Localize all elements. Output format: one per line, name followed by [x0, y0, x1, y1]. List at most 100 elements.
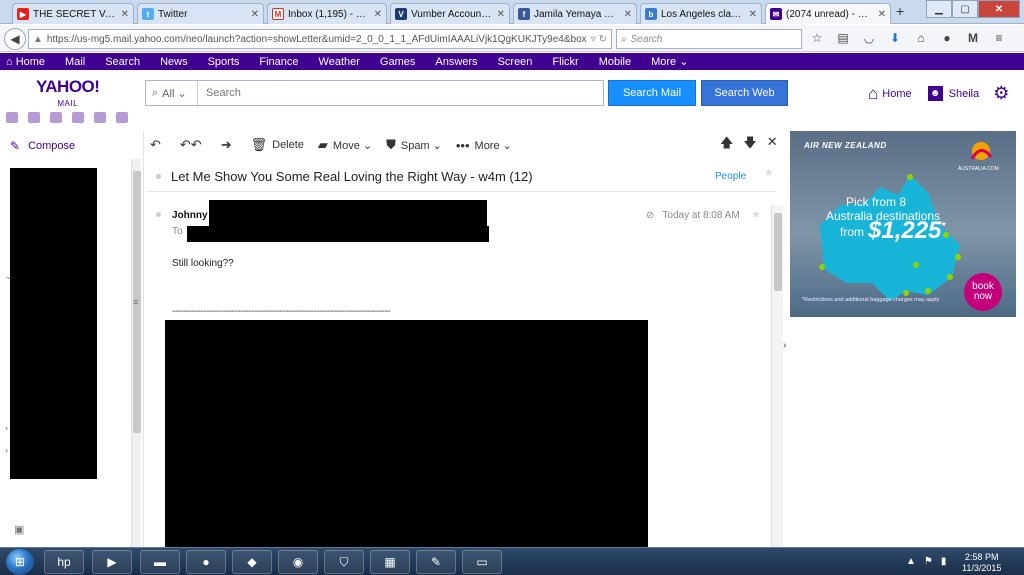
- contacts-app-icon[interactable]: [28, 112, 40, 123]
- sidebar-scrollbar[interactable]: [131, 159, 141, 547]
- chrome-icon[interactable]: ◉: [278, 550, 318, 574]
- yahoo-nav-games[interactable]: Games: [380, 56, 415, 68]
- security-shield-icon[interactable]: ⛉: [324, 550, 364, 574]
- reply-all-button[interactable]: ↶↶: [180, 137, 207, 153]
- hp-app-icon[interactable]: hp: [44, 550, 84, 574]
- window-close-icon[interactable]: ✕: [978, 0, 1020, 18]
- user-name[interactable]: Sheila: [949, 88, 980, 100]
- yahoo-nav-sports[interactable]: Sports: [208, 56, 240, 68]
- photo-icon[interactable]: ▣: [14, 523, 24, 536]
- maximize-icon[interactable]: ▢: [952, 0, 978, 18]
- browser-tab-facebook[interactable]: f Jamila Yemaya Bris... ✕: [513, 3, 637, 24]
- close-icon[interactable]: ✕: [497, 9, 505, 20]
- tray-arrow-icon[interactable]: ▲: [906, 556, 916, 567]
- chevron-right-icon[interactable]: ›: [5, 423, 8, 433]
- yahoo-nav-finance[interactable]: Finance: [259, 56, 298, 68]
- arrow-up-icon[interactable]: 🡅: [720, 134, 733, 156]
- file-explorer-icon[interactable]: ▬: [140, 550, 180, 574]
- sender-name[interactable]: Johnny: [172, 210, 208, 221]
- close-icon[interactable]: ✕: [121, 9, 129, 20]
- yahoo-nav-weather[interactable]: Weather: [319, 56, 360, 68]
- download-arrow-icon[interactable]: ⬇: [888, 31, 902, 45]
- user-icon[interactable]: ☻: [927, 86, 943, 101]
- scrollbar-thumb[interactable]: [774, 213, 782, 291]
- people-link[interactable]: People: [715, 171, 746, 182]
- calendar-app-icon[interactable]: [50, 112, 62, 123]
- move-button[interactable]: ▰ Move ⌄: [318, 137, 372, 153]
- new-tab-plus-icon[interactable]: +: [896, 3, 904, 19]
- browser-tab-vumber[interactable]: V Vumber Account P... ✕: [390, 3, 510, 24]
- network-icon[interactable]: ▮: [941, 556, 947, 567]
- flag-icon[interactable]: ⚑: [924, 556, 933, 567]
- m-extension-icon[interactable]: M: [966, 31, 980, 45]
- read-dot-icon[interactable]: [156, 212, 161, 217]
- star-icon[interactable]: ★: [764, 166, 774, 179]
- address-bar[interactable]: ▲ https://us-mg5.mail.yahoo.com/neo/laun…: [28, 29, 612, 49]
- game-app-icon[interactable]: ◆: [232, 550, 272, 574]
- browser-tab-backpage[interactable]: b Los Angeles classif... ✕: [640, 3, 762, 24]
- yahoo-nav-answers[interactable]: Answers: [435, 56, 477, 68]
- delete-button[interactable]: 🗑 Delete: [251, 137, 304, 153]
- browser-tab-gmail[interactable]: M Inbox (1,195) - sen... ✕: [267, 3, 387, 24]
- browser-search-box[interactable]: ⌕ Search: [616, 29, 802, 49]
- reading-list-icon[interactable]: ▤: [836, 31, 850, 45]
- browser-tab-twitter[interactable]: t Twitter ✕: [137, 3, 264, 24]
- mail-app-icon[interactable]: [6, 112, 18, 123]
- close-icon[interactable]: ✕: [624, 9, 632, 20]
- browser-tab-youtube[interactable]: ▶ THE SECRET VATI... ✕: [12, 3, 134, 24]
- home-icon[interactable]: ⌂: [914, 31, 928, 45]
- chevron-down-icon[interactable]: ⌄: [5, 271, 13, 282]
- forward-button[interactable]: ➜: [221, 137, 237, 153]
- close-icon[interactable]: ✕: [374, 9, 382, 20]
- arrow-down-icon[interactable]: 🡇: [743, 134, 756, 156]
- chat-icon[interactable]: ●: [940, 31, 954, 45]
- close-icon[interactable]: ✕: [251, 9, 259, 20]
- browser-tab-yahoo-mail[interactable]: ✉ (2074 unread) - ma... ✕: [765, 3, 891, 24]
- star-icon[interactable]: ★: [751, 208, 761, 221]
- media-player-icon[interactable]: ▶: [92, 550, 132, 574]
- newsfeed-app-icon[interactable]: [116, 112, 128, 123]
- unread-dot-icon[interactable]: [156, 174, 161, 179]
- message-scrollbar[interactable]: [771, 205, 783, 547]
- notepad-app-icon[interactable]: [72, 112, 84, 123]
- close-icon[interactable]: ✕: [749, 9, 757, 20]
- bookmark-star-icon[interactable]: ☆: [810, 31, 824, 45]
- resize-handle-icon[interactable]: ≡: [133, 297, 138, 307]
- mail-search-input[interactable]: [198, 81, 603, 105]
- gear-icon[interactable]: ⚙: [993, 83, 1009, 104]
- more-button[interactable]: ••• More ⌄: [456, 138, 512, 153]
- chevron-right-icon[interactable]: ›: [5, 445, 8, 455]
- yahoo-nav-mail[interactable]: Mail: [65, 56, 85, 68]
- yahoo-nav-mobile[interactable]: Mobile: [599, 56, 631, 68]
- menu-icon[interactable]: ≡: [992, 31, 1006, 45]
- yahoo-nav-flickr[interactable]: Flickr: [552, 56, 578, 68]
- tools-icon[interactable]: ✎: [416, 550, 456, 574]
- messenger-app-icon[interactable]: [94, 112, 106, 123]
- paint-icon[interactable]: ▦: [370, 550, 410, 574]
- yahoo-nav-home[interactable]: ⌂ Home: [6, 56, 45, 68]
- yahoo-nav-news[interactable]: News: [160, 56, 188, 68]
- yahoo-mail-logo[interactable]: YAHOO! MAIL: [36, 78, 100, 112]
- windows-start-icon[interactable]: ⊞: [6, 549, 34, 575]
- pocket-icon[interactable]: ◡: [862, 31, 876, 45]
- reload-icon[interactable]: ▿ ↻: [591, 34, 607, 45]
- yahoo-nav-search[interactable]: Search: [105, 56, 140, 68]
- minimize-icon[interactable]: ▁: [926, 0, 952, 18]
- window-app-icon[interactable]: ▭: [462, 550, 502, 574]
- yahoo-nav-screen[interactable]: Screen: [498, 56, 533, 68]
- compose-button[interactable]: ✎ Compose: [10, 139, 75, 153]
- home-link[interactable]: Home: [882, 88, 911, 100]
- book-now-button[interactable]: book now: [964, 273, 1002, 311]
- clock[interactable]: 2:58 PM 11/3/2015: [962, 552, 1001, 574]
- home-icon[interactable]: ⌂: [868, 84, 878, 104]
- spam-button[interactable]: ⛊ Spam ⌄: [386, 137, 442, 153]
- search-web-button[interactable]: Search Web: [701, 80, 788, 106]
- search-scope-dropdown[interactable]: ⌕ All ⌄: [146, 81, 198, 105]
- reply-button[interactable]: ↶: [150, 137, 166, 153]
- back-arrow-icon[interactable]: ◀: [4, 28, 26, 50]
- chevron-right-icon[interactable]: ›: [783, 340, 786, 351]
- search-mail-button[interactable]: Search Mail: [608, 80, 696, 106]
- yahoo-nav-more[interactable]: More ⌄: [651, 55, 688, 68]
- close-icon[interactable]: ✕: [878, 9, 886, 20]
- close-icon[interactable]: ✕: [767, 134, 778, 156]
